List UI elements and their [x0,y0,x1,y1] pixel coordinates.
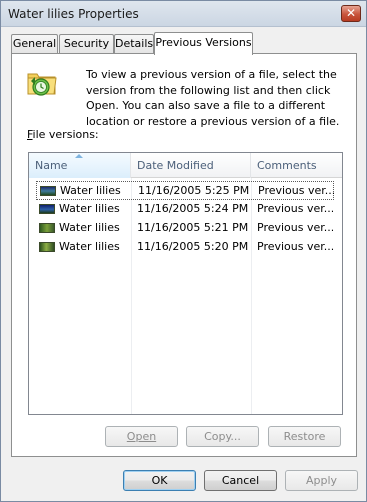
open-button-label: Open [126,430,157,443]
tab-details[interactable]: Details [114,34,154,54]
file-versions-label: File versions: [27,128,99,141]
list-item[interactable]: Water lilies 11/16/2005 5:24 PM Previous… [36,200,334,219]
version-name: Water lilies [60,184,121,197]
window-title: Water lilies Properties [8,7,139,21]
restore-previous-versions-icon [27,73,57,96]
close-icon[interactable]: ✕ [341,5,361,22]
sort-ascending-icon [75,154,83,158]
image-file-icon [39,204,55,214]
version-name: Water lilies [59,240,120,253]
title-bar[interactable]: Water lilies Properties ✕ [1,1,366,27]
version-date: 11/16/2005 5:21 PM [137,221,249,234]
ok-button[interactable]: OK [123,470,196,491]
restore-button[interactable]: Restore [268,426,341,447]
tab-strip: General Security Details Previous Versio… [11,32,357,55]
version-comment: Previous ver... [258,184,334,197]
version-date: 11/16/2005 5:20 PM [137,240,249,253]
version-name: Water lilies [59,202,120,215]
list-header: Name Date Modified Comments [29,153,342,178]
tab-general[interactable]: General [11,34,58,54]
version-name: Water lilies [59,221,120,234]
version-comment: Previous ver... [257,240,333,253]
version-comment: Previous ver... [257,221,333,234]
image-file-icon [39,242,55,252]
column-header-comments[interactable]: Comments [251,153,342,178]
properties-dialog: Water lilies Properties ✕ General Securi… [0,0,367,502]
tab-security[interactable]: Security [59,34,114,54]
column-header-name-label: Name [35,159,68,172]
version-date: 11/16/2005 5:25 PM [138,184,250,197]
column-header-date-modified[interactable]: Date Modified [131,153,251,178]
tab-previous-versions[interactable]: Previous Versions [154,32,253,55]
image-file-icon [40,186,56,196]
copy-button-label: Copy... [204,430,241,443]
previous-versions-panel: To view a previous version of a file, se… [11,53,357,457]
file-versions-list[interactable]: Name Date Modified Comments Water lilies… [28,152,343,415]
restore-button-label: Restore [283,430,326,443]
file-versions-label-rest: ile versions: [32,128,99,141]
version-comment: Previous ver... [257,202,333,215]
copy-button[interactable]: Copy... [186,426,259,447]
instructions-text: To view a previous version of a file, se… [86,68,340,128]
list-item[interactable]: Water lilies 11/16/2005 5:25 PM Previous… [36,181,334,200]
apply-button[interactable]: Apply [285,470,358,491]
list-item[interactable]: Water lilies 11/16/2005 5:20 PM Previous… [36,238,334,257]
version-date: 11/16/2005 5:24 PM [137,202,249,215]
cancel-button[interactable]: Cancel [204,470,277,491]
column-header-name[interactable]: Name [29,153,131,178]
open-button[interactable]: Open [105,426,178,447]
list-item[interactable]: Water lilies 11/16/2005 5:21 PM Previous… [36,219,334,238]
image-file-icon [39,223,55,233]
